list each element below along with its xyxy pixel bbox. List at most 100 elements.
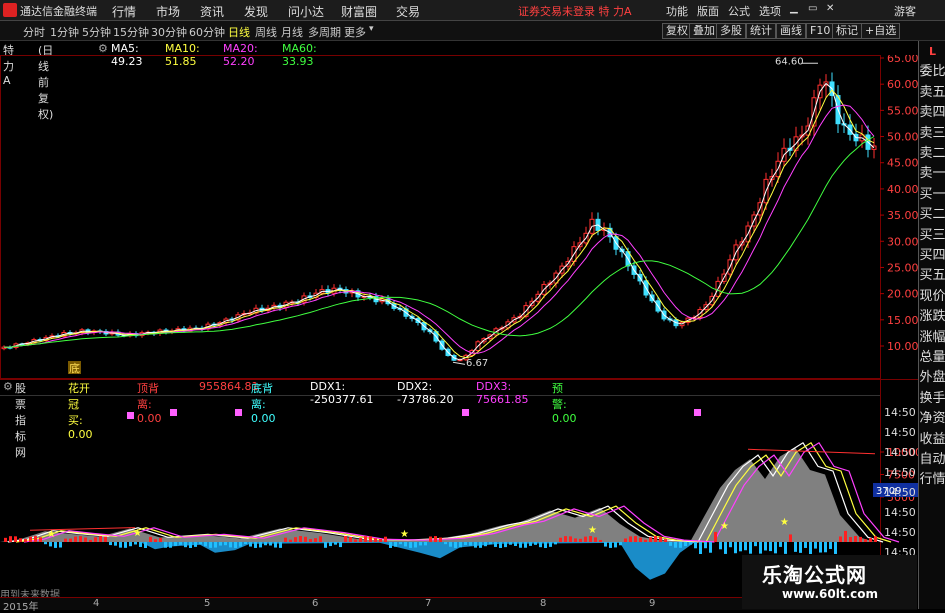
ind-bar [274, 542, 277, 548]
tf-monthly[interactable]: 月线 [281, 24, 303, 40]
ind-bar [69, 538, 72, 542]
ind-bar [209, 542, 212, 548]
ind-bar [709, 542, 712, 553]
ind-bar [684, 542, 687, 547]
ind-bar [219, 542, 222, 546]
ind-bar [79, 536, 82, 542]
ind-bar [44, 542, 47, 545]
f10-button[interactable]: F10 [806, 23, 835, 39]
tf-1min[interactable]: 1分钟 [50, 24, 79, 40]
sidebar-item-16[interactable]: 外盘 [919, 369, 945, 387]
divergence-line [29, 527, 136, 531]
tf-daily[interactable]: 日线 [228, 24, 250, 40]
menu-wenxiaoda[interactable]: 问小达 [288, 3, 324, 20]
menu-jiaoyi[interactable]: 交易 [396, 3, 420, 20]
add-favorite-button[interactable]: +自选 [861, 23, 901, 39]
tf-weekly[interactable]: 周线 [255, 24, 277, 40]
sidebar-item-13[interactable]: 涨跌 [919, 308, 945, 326]
tf-30min[interactable]: 30分钟 [151, 24, 187, 40]
ind-bar [819, 542, 822, 553]
tongji-button[interactable]: 统计 [746, 23, 776, 39]
sidebar-item-0[interactable]: L [919, 43, 945, 61]
menu-caifuquan[interactable]: 财富圈 [341, 3, 377, 20]
price-tick-label: 30.00 [887, 235, 918, 248]
restore-icon[interactable]: ▭ [808, 3, 817, 14]
sidebar-item-4[interactable]: 卖三 [919, 125, 945, 143]
ind-bar [164, 542, 167, 548]
tf-fenshi[interactable]: 分时 [23, 24, 45, 40]
sidebar-item-10[interactable]: 买四 [919, 247, 945, 265]
ind-bar [474, 542, 477, 548]
menu-xuanxiang[interactable]: 选项 [759, 3, 781, 19]
tf-60min[interactable]: 60分钟 [189, 24, 225, 40]
price-axis: 65.00 60.00 55.00 50.00 45.00 40.00 35.00 30.00… [880, 55, 918, 353]
ind-bar [834, 542, 837, 554]
sidebar-item-9[interactable]: 买三 [919, 227, 945, 245]
ind-bar [679, 542, 682, 548]
login-notice[interactable]: 证券交易未登录 特 力A [518, 3, 632, 19]
ind-bar [669, 542, 672, 546]
ind-bar [64, 538, 67, 542]
tf-more[interactable]: 更多 [344, 24, 366, 40]
close-icon[interactable]: ✕ [826, 3, 834, 14]
tf-5min[interactable]: 5分钟 [82, 24, 111, 40]
alert-square [462, 409, 469, 416]
right-time-tick: 14:50 [884, 406, 916, 419]
sidebar-item-2[interactable]: 卖五 [919, 84, 945, 102]
biaoji-button[interactable]: 标记 [832, 23, 862, 39]
sidebar-item-12[interactable]: 现价 [919, 288, 945, 306]
tf-multi[interactable]: 多周期 [308, 24, 341, 40]
ind-bar [4, 537, 7, 542]
sidebar-item-11[interactable]: 买五 [919, 267, 945, 285]
ind-bar [839, 536, 842, 542]
ind-bar [139, 542, 142, 547]
ind-bar [759, 542, 762, 554]
ind-bar [199, 542, 202, 545]
diejia-button[interactable]: 叠加 [689, 23, 719, 39]
ind-bar [854, 536, 857, 542]
ind-bar [519, 542, 522, 548]
menu-hangqing[interactable]: 行情 [112, 3, 136, 20]
sidebar-item-6[interactable]: 卖一 [919, 165, 945, 183]
high-price-label: 64.60 [775, 56, 804, 67]
duogu-button[interactable]: 多股 [716, 23, 746, 39]
minimize-icon[interactable]: ▁ [790, 3, 798, 14]
sidebar-item-5[interactable]: 卖二 [919, 145, 945, 163]
menu-gongshi[interactable]: 公式 [728, 3, 750, 19]
fuquan-button[interactable]: 复权 [662, 23, 692, 39]
menu-zixun[interactable]: 资讯 [200, 3, 224, 20]
sidebar-item-1[interactable]: 委比 [919, 63, 945, 81]
sidebar-item-17[interactable]: 换手 [919, 390, 945, 408]
ind-bar [814, 542, 817, 549]
indicator-name[interactable]: 股票指标网 [15, 380, 26, 460]
settings-icon[interactable]: ⚙ [98, 42, 108, 55]
menu-faxian[interactable]: 发现 [244, 3, 268, 20]
sidebar-item-15[interactable]: 总量 [919, 349, 945, 367]
sidebar-item-20[interactable]: 自动 [919, 451, 945, 469]
ind-bar [504, 542, 507, 548]
sidebar-item-18[interactable]: 净资 [919, 410, 945, 428]
app-title: 通达信金融终端 [20, 5, 97, 18]
ind-bar [59, 542, 62, 548]
sidebar-item-19[interactable]: 收益 [919, 431, 945, 449]
sidebar-item-8[interactable]: 买二 [919, 206, 945, 224]
huaxian-button[interactable]: 画线 [776, 23, 806, 39]
ind-bar [484, 542, 487, 547]
sidebar-item-3[interactable]: 卖四 [919, 104, 945, 122]
more-chevron-icon[interactable]: ▾ [369, 24, 374, 34]
sidebar-item-7[interactable]: 买一 [919, 186, 945, 204]
ind-bar [49, 542, 52, 547]
indicator-settings-icon[interactable]: ⚙ [3, 380, 13, 393]
sidebar-item-14[interactable]: 涨幅 [919, 329, 945, 347]
ind-bar [714, 531, 717, 542]
ind-bar [594, 537, 597, 542]
menu-shichang[interactable]: 市场 [156, 3, 180, 20]
menu-banmian[interactable]: 版面 [697, 3, 719, 19]
tf-15min[interactable]: 15分钟 [113, 24, 149, 40]
menu-youke[interactable]: 游客 [894, 3, 916, 19]
ind-bar [9, 536, 12, 542]
menu-gongneng[interactable]: 功能 [666, 3, 688, 19]
ind-bar [514, 542, 517, 546]
sidebar-item-21[interactable]: 行情 [919, 471, 945, 489]
date-jun: 6 [312, 598, 319, 609]
